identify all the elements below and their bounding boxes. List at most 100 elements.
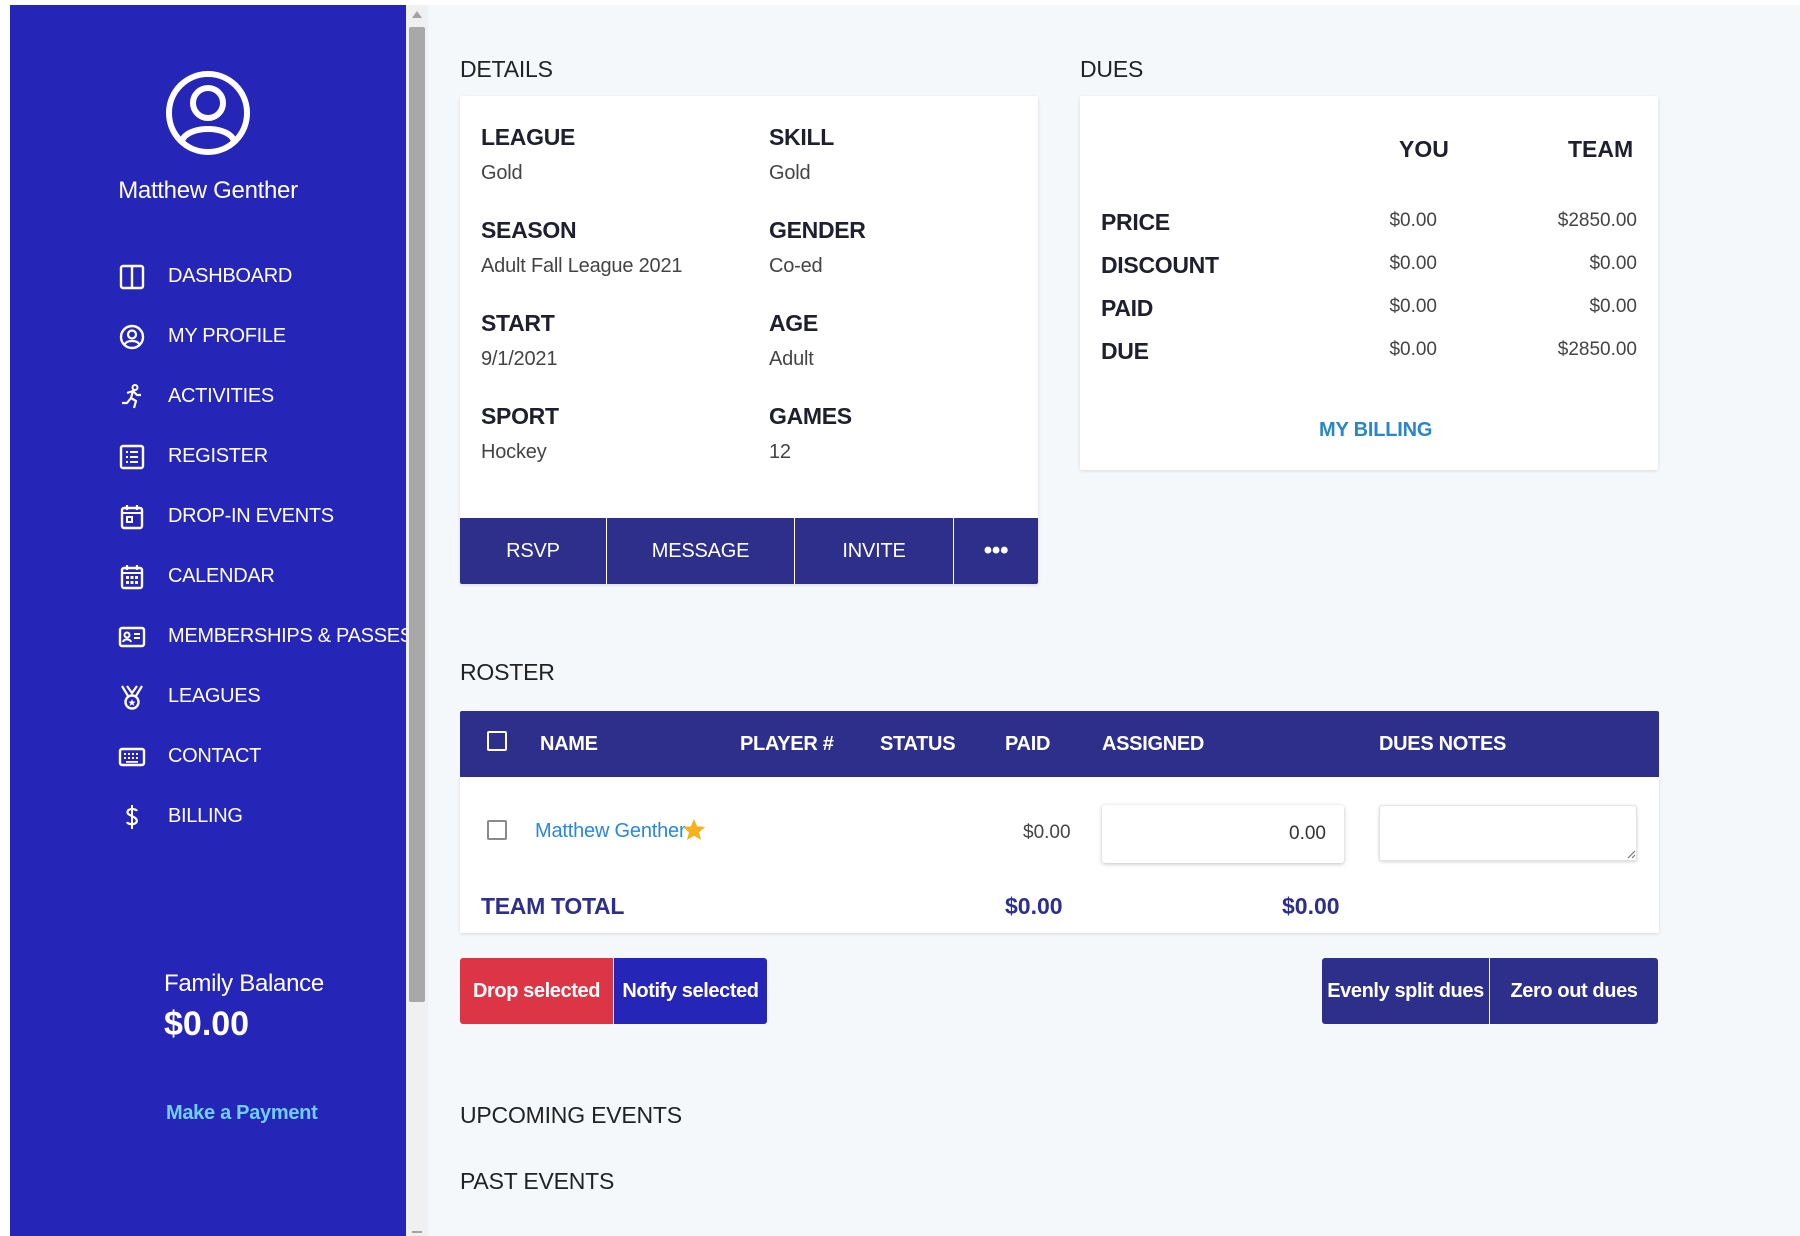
running-person-icon: [122, 384, 141, 409]
dues-col-you: YOU: [1399, 136, 1449, 162]
detail-label-games: GAMES: [769, 403, 852, 429]
col-status[interactable]: STATUS: [880, 733, 956, 756]
drop-selected-button[interactable]: Drop selected: [460, 958, 613, 1024]
scroll-thumb[interactable]: [409, 27, 425, 1002]
col-name[interactable]: NAME: [540, 733, 598, 756]
sidebar-item-drop-in-events[interactable]: DROP-IN EVENTS: [10, 491, 406, 541]
dollar-icon: [125, 805, 139, 829]
assigned-amount-input[interactable]: [1102, 805, 1344, 863]
sidebar-item-label: MEMBERSHIPS & PASSES: [168, 625, 413, 647]
user-circle-icon: [166, 71, 250, 155]
profile-circle-icon: [119, 324, 145, 350]
col-assigned[interactable]: ASSIGNED: [1102, 733, 1204, 756]
more-options-button[interactable]: •••: [954, 518, 1038, 584]
player-paid-value: $0.00: [1023, 822, 1071, 843]
dues-label-discount: DISCOUNT: [1101, 252, 1219, 278]
upcoming-events-title: UPCOMING EVENTS: [460, 1102, 682, 1128]
message-button[interactable]: MESSAGE: [607, 518, 795, 584]
sidebar-item-my-profile[interactable]: MY PROFILE: [10, 311, 406, 361]
details-card: LEAGUE Gold SKILL Gold SEASON Adult Fall…: [460, 96, 1038, 584]
col-dues-notes[interactable]: DUES NOTES: [1379, 733, 1506, 756]
sidebar-item-label: CALENDAR: [168, 565, 275, 587]
dues-you-discount: $0.00: [1389, 253, 1437, 274]
detail-value-age: Adult: [769, 348, 814, 370]
sidebar-item-label: BILLING: [168, 805, 243, 827]
detail-value-skill: Gold: [769, 162, 811, 184]
sidebar-item-label: ACTIVITIES: [168, 385, 274, 407]
family-balance-value: $0.00: [164, 1005, 250, 1043]
dues-team-paid: $0.00: [1589, 296, 1637, 317]
detail-label-gender: GENDER: [769, 217, 866, 243]
dues-label-paid: PAID: [1101, 295, 1154, 321]
scroll-up-arrow-icon[interactable]: [412, 11, 422, 18]
detail-value-season: Adult Fall League 2021: [481, 255, 683, 277]
sidebar-item-label: MY PROFILE: [168, 325, 286, 347]
calendar-day-icon: [120, 505, 144, 530]
details-title: DETAILS: [460, 56, 553, 82]
medal-icon: [121, 685, 143, 710]
dues-label-due: DUE: [1101, 338, 1149, 364]
roster-title: ROSTER: [460, 659, 555, 685]
dashboard-columns-icon: [119, 264, 145, 290]
detail-value-league: Gold: [481, 162, 523, 184]
sidebar: Matthew Genther DASHBOARD MY PROFILE ACT…: [10, 5, 413, 1236]
team-total-paid: $0.00: [1005, 893, 1063, 919]
dues-team-due: $2850.00: [1557, 339, 1637, 360]
id-card-icon: [118, 626, 146, 648]
detail-label-start: START: [481, 310, 555, 336]
detail-label-season: SEASON: [481, 217, 577, 243]
row-select-checkbox[interactable]: [487, 820, 507, 840]
dues-you-price: $0.00: [1389, 210, 1437, 231]
sidebar-item-label: DROP-IN EVENTS: [168, 505, 334, 527]
detail-label-sport: SPORT: [481, 403, 559, 429]
dues-team-price: $2850.00: [1557, 210, 1637, 231]
sidebar-scrollbar[interactable]: [406, 5, 428, 1236]
sidebar-item-label: DASHBOARD: [168, 265, 292, 287]
calendar-grid-icon: [120, 565, 144, 590]
star-icon: [682, 819, 706, 840]
col-paid[interactable]: PAID: [1005, 733, 1050, 756]
avatar[interactable]: [10, 63, 406, 163]
detail-value-games: 12: [769, 441, 791, 463]
col-player-number[interactable]: PLAYER #: [740, 733, 834, 756]
dues-title: DUES: [1080, 56, 1144, 82]
make-payment-link[interactable]: Make a Payment: [166, 1102, 318, 1125]
player-name-link[interactable]: Matthew Genther: [535, 820, 686, 843]
sidebar-item-contact[interactable]: CONTACT: [10, 731, 406, 781]
select-all-checkbox[interactable]: [487, 731, 507, 751]
dues-label-price: PRICE: [1101, 209, 1170, 235]
notify-selected-button[interactable]: Notify selected: [614, 958, 767, 1024]
sidebar-item-activities[interactable]: ACTIVITIES: [10, 371, 406, 421]
dues-notes-textarea[interactable]: [1379, 805, 1637, 861]
team-total-assigned: $0.00: [1282, 893, 1340, 919]
sidebar-item-billing[interactable]: BILLING: [10, 791, 406, 841]
sidebar-item-register[interactable]: REGISTER: [10, 431, 406, 481]
resize-grip-icon[interactable]: [1626, 849, 1636, 859]
sidebar-item-label: REGISTER: [168, 445, 268, 467]
dues-team-discount: $0.00: [1589, 253, 1637, 274]
zero-out-dues-button[interactable]: Zero out dues: [1490, 958, 1658, 1024]
sidebar-item-dashboard[interactable]: DASHBOARD: [10, 251, 406, 301]
sidebar-item-leagues[interactable]: LEAGUES: [10, 671, 406, 721]
sidebar-item-label: CONTACT: [168, 745, 262, 767]
dues-you-due: $0.00: [1389, 339, 1437, 360]
sidebar-item-memberships-passes[interactable]: MEMBERSHIPS & PASSES: [10, 611, 413, 661]
keyboard-icon: [118, 747, 146, 767]
evenly-split-dues-button[interactable]: Evenly split dues: [1322, 958, 1489, 1024]
family-balance-label: Family Balance: [164, 970, 324, 997]
roster-table-header: NAME PLAYER # STATUS PAID ASSIGNED DUES …: [460, 711, 1659, 777]
detail-value-sport: Hockey: [481, 441, 547, 463]
detail-label-skill: SKILL: [769, 124, 834, 150]
details-action-bar: RSVP MESSAGE INVITE •••: [460, 518, 1038, 584]
invite-button[interactable]: INVITE: [795, 518, 954, 584]
scroll-down-arrow-icon[interactable]: [412, 1231, 422, 1233]
sidebar-item-calendar[interactable]: CALENDAR: [10, 551, 406, 601]
detail-value-gender: Co-ed: [769, 255, 823, 277]
sidebar-item-label: LEAGUES: [168, 685, 261, 707]
team-total-label: TEAM TOTAL: [481, 893, 625, 919]
roster-table-body: Matthew Genther $0.00 TEAM TOTAL $0.00 $…: [460, 777, 1659, 933]
rsvp-button[interactable]: RSVP: [460, 518, 607, 584]
user-name: Matthew Genther: [118, 177, 298, 204]
my-billing-link[interactable]: MY BILLING: [1319, 419, 1432, 442]
past-events-title: PAST EVENTS: [460, 1168, 615, 1194]
